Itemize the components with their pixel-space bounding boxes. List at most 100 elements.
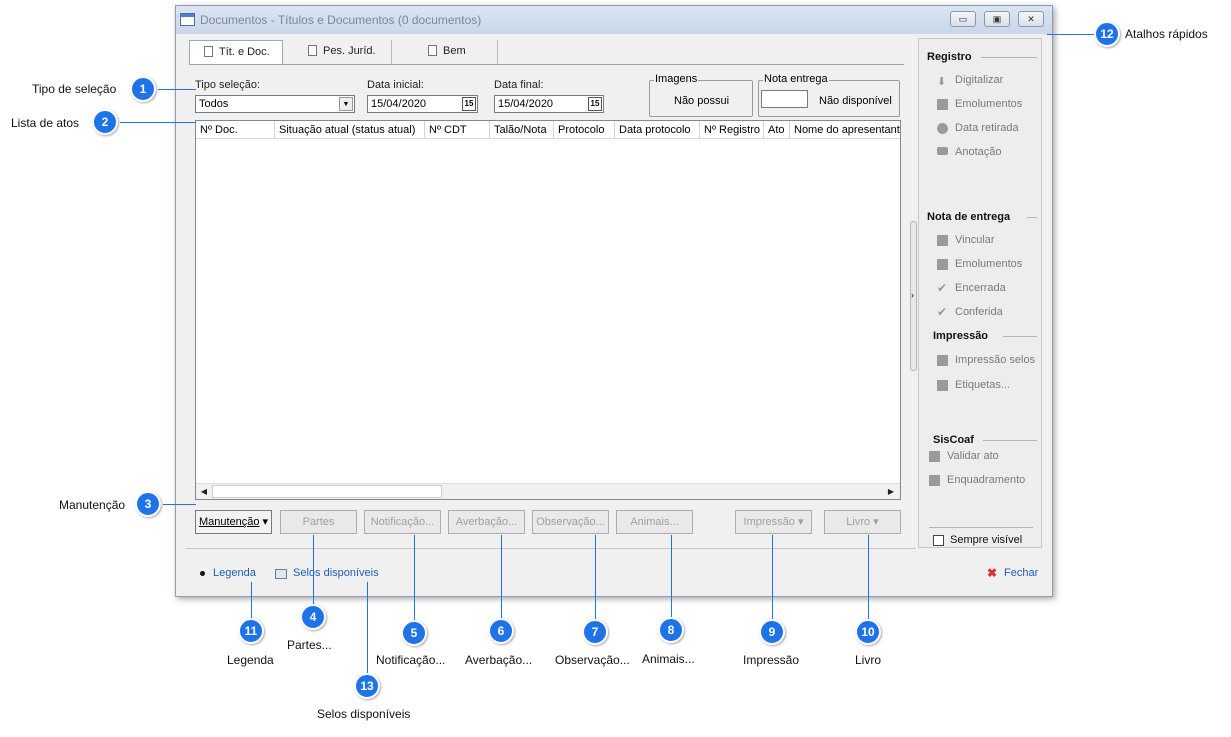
animais-button[interactable]: Animais... [616,510,693,534]
annotation-label-11: Legenda [227,653,274,667]
data-inicial-label: Data inicial: [367,79,424,91]
document-icon [308,45,317,56]
livro-button[interactable]: Livro ▾ [824,510,901,534]
atalhos-rapidos-panel: Registro ⬇ Digitalizar Emolumentos Data r… [918,38,1042,548]
annotation-label-3: Manutenção [59,498,126,512]
calendar-icon[interactable]: 15 [462,97,476,111]
annotation-badge-2: 2 [92,109,118,135]
column-header[interactable]: Ato [764,121,790,139]
notificacao-button[interactable]: Notificação... [364,510,441,534]
column-header[interactable]: Nº Doc. [196,121,275,139]
column-header[interactable]: Protocolo [554,121,615,139]
encerrada-label: Encerrada [955,282,1006,294]
fechar-link[interactable]: Fechar [1004,567,1038,579]
annotation-label-5: Notificação... [376,653,446,667]
lista-de-atos-grid[interactable]: Nº Doc. Situação atual (status atual) Nº… [195,120,901,500]
printer-icon [937,355,948,366]
conferida-label: Conferida [955,306,1003,318]
document-icon [929,475,940,486]
document-icon [428,45,437,56]
annotation-label-7: Observação... [555,653,630,667]
digitalizar-label: Digitalizar [955,74,1004,86]
tab-divider [189,64,904,65]
observacao-button[interactable]: Observação... [532,510,609,534]
chevron-right-icon: › [911,290,914,300]
column-header[interactable]: Nº Registro [700,121,764,139]
averbacao-button[interactable]: Averbação... [448,510,525,534]
validar-ato-label: Validar ato [947,450,999,462]
annotation-label-13: Selos disponíveis [317,707,411,721]
minimize-button[interactable]: ▭ [950,11,976,27]
tab-titulos-documentos[interactable]: Tít. e Doc. [189,40,283,64]
footer-divider [186,548,916,549]
data-final-input[interactable]: 15/04/2020 15 [494,95,604,113]
heading-line [1003,336,1037,337]
annotation-badge-11: 11 [238,618,264,644]
close-icon: ✖ [987,566,998,580]
annotation-badge-4: 4 [300,604,326,630]
tab-bem[interactable]: Bem [394,40,498,64]
document-icon [937,235,948,246]
column-header[interactable]: Nome do apresentante [790,121,900,139]
etiquetas-label: Etiquetas... [955,379,1011,391]
registro-heading: Registro [927,51,972,63]
heading-line [1027,217,1037,218]
column-header[interactable]: Situação atual (status atual) [275,121,425,139]
download-icon: ⬇ [937,76,947,88]
tipo-selecao-select[interactable]: Todos ▼ [195,95,355,113]
impressao-label: Impressão [743,516,795,528]
imagens-label: Imagens [654,73,699,85]
annotation-label-2: Lista de atos [11,116,80,130]
imagens-group: Imagens Não possui [649,73,753,117]
enquadramento-label: Enquadramento [947,474,1026,486]
nota-entrega-value: Não disponível [819,95,892,107]
chevron-down-icon: ▼ [339,97,353,111]
anotacao-label: Anotação [955,146,1002,158]
nota-entrega-group: Nota entrega Não disponível [758,73,900,117]
heading-line [981,57,1037,58]
data-final-label: Data final: [494,79,544,91]
manutencao-label: Manutenção [198,516,260,528]
annotation-line [313,535,314,605]
partes-button[interactable]: Partes [280,510,357,534]
data-retirada-label: Data retirada [955,122,1019,134]
sempre-visivel-checkbox[interactable] [933,535,944,546]
tab-pessoa-juridica[interactable]: Pes. Juríd. [294,40,392,64]
annotation-label-9: Impressão [743,653,800,667]
horizontal-scrollbar[interactable]: ◀ ▶ [196,483,900,499]
annotation-badge-3: 3 [135,491,161,517]
scroll-left-icon[interactable]: ◀ [197,485,211,499]
table-icon [275,569,287,579]
annotation-badge-12: 12 [1094,21,1120,47]
scroll-thumb[interactable] [212,485,442,498]
label-icon [937,380,948,391]
data-inicial-value: 15/04/2020 [371,98,427,110]
tipo-selecao-label: Tipo seleção: [195,79,261,91]
legenda-link[interactable]: Legenda [213,567,256,579]
imagens-value: Não possui [674,95,730,107]
nota-entrega-box [761,90,808,108]
impressao-heading: Impressão [933,330,989,342]
column-header[interactable]: Talão/Nota [490,121,554,139]
heading-line [983,440,1037,441]
column-header[interactable]: Nº CDT [425,121,490,139]
annotation-line [158,89,196,90]
annotation-badge-9: 9 [759,619,785,645]
table-icon [937,99,948,110]
selos-disponiveis-link[interactable]: Selos disponíveis [293,567,379,579]
maximize-button[interactable]: ▣ [984,11,1010,27]
emolumentos-label: Emolumentos [955,98,1023,110]
impressao-button[interactable]: Impressão ▾ [735,510,812,534]
comment-icon [937,147,948,155]
scroll-right-icon[interactable]: ▶ [884,485,898,499]
calendar-icon[interactable]: 15 [588,97,602,111]
check-icon: ✔ [937,281,948,295]
annotation-label-10: Livro [855,653,882,667]
title-bar: Documentos - Títulos e Documentos (0 doc… [176,6,1052,34]
column-header[interactable]: Data protocolo [615,121,700,139]
annotation-line [1047,34,1095,35]
data-inicial-input[interactable]: 15/04/2020 15 [367,95,478,113]
close-window-button[interactable]: ✕ [1018,11,1044,27]
manutencao-button[interactable]: Manutenção ▾ [195,510,272,534]
divider [929,527,1033,528]
